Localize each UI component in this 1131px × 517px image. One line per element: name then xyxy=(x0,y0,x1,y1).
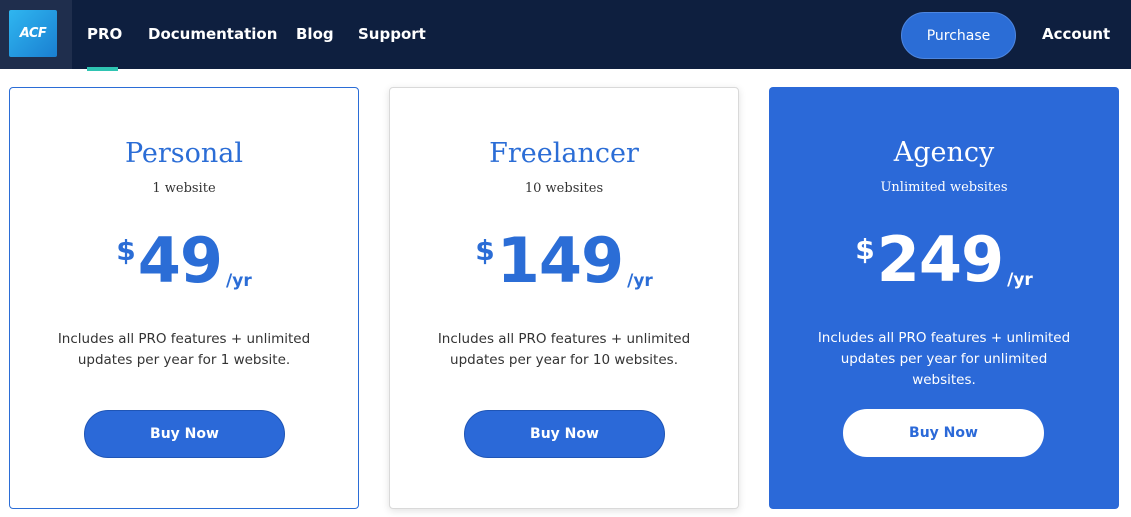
plan-description: Includes all PRO features + unlimited up… xyxy=(57,331,311,368)
price-period: /yr xyxy=(1007,270,1033,290)
active-nav-indicator xyxy=(87,67,118,71)
price-currency: $ xyxy=(475,234,495,267)
price-period: /yr xyxy=(226,271,252,291)
buy-now-button-freelancer[interactable]: Buy Now xyxy=(464,410,665,458)
plan-name: Agency xyxy=(893,137,995,168)
price-amount: 249 xyxy=(876,223,1004,296)
plan-price: $ 149 /yr xyxy=(390,226,738,296)
price-amount: 49 xyxy=(137,224,223,297)
plan-sites: 10 websites xyxy=(524,181,604,196)
price-period: /yr xyxy=(627,271,653,291)
plan-name: Personal xyxy=(124,138,244,169)
logo-text: ACF xyxy=(19,26,47,41)
nav-item-support[interactable]: Support xyxy=(358,25,426,43)
plan-sites: 1 website xyxy=(152,181,216,196)
plan-description: Includes all PRO features + unlimited up… xyxy=(437,331,691,368)
buy-now-button-personal[interactable]: Buy Now xyxy=(84,410,285,458)
plan-name: Freelancer xyxy=(489,138,639,169)
plan-price: $ 249 /yr xyxy=(769,225,1119,295)
purchase-button[interactable]: Purchase xyxy=(901,12,1016,59)
price-currency: $ xyxy=(855,233,875,266)
nav-item-blog[interactable]: Blog xyxy=(296,25,334,43)
plan-description: Includes all PRO features + unlimited up… xyxy=(817,330,1071,388)
plan-sites: Unlimited websites xyxy=(880,180,1008,195)
top-navigation-bar: ACF PRO Documentation Blog Support Purch… xyxy=(0,0,1131,71)
pricing-card-agency: Agency Unlimited websites $ 249 /yr Incl… xyxy=(769,87,1119,509)
pricing-card-freelancer: Freelancer 10 websites $ 149 /yr Include… xyxy=(389,87,739,509)
buy-now-button-agency[interactable]: Buy Now xyxy=(843,409,1044,457)
nav-item-pro[interactable]: PRO xyxy=(87,25,122,43)
price-amount: 149 xyxy=(496,224,624,297)
acf-logo[interactable]: ACF xyxy=(9,10,57,57)
nav-item-documentation[interactable]: Documentation xyxy=(148,25,277,43)
account-link[interactable]: Account xyxy=(1042,25,1110,43)
plan-price: $ 49 /yr xyxy=(10,226,358,296)
pricing-card-personal: Personal 1 website $ 49 /yr Includes all… xyxy=(9,87,359,509)
logo-container[interactable]: ACF xyxy=(0,0,72,69)
price-currency: $ xyxy=(116,234,136,267)
